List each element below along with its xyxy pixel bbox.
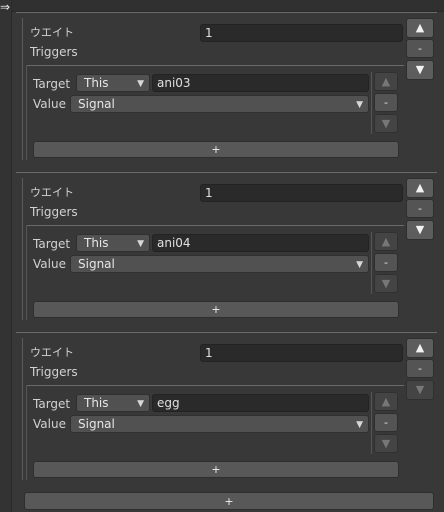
- value-dropdown[interactable]: Signal ▼: [70, 95, 369, 113]
- weight-label: ウエイト: [30, 26, 74, 39]
- target-dropdown[interactable]: This ▼: [76, 234, 150, 252]
- add-trigger-button[interactable]: +: [33, 301, 399, 318]
- triggers-label: Triggers: [30, 365, 78, 379]
- target-object-field[interactable]: ani04: [152, 234, 369, 252]
- triggers-top-line: [26, 385, 404, 386]
- target-label: Target: [33, 397, 71, 411]
- element-divider: [16, 12, 437, 13]
- value-dropdown[interactable]: Signal ▼: [70, 255, 369, 273]
- target-object-field[interactable]: egg: [152, 394, 369, 412]
- target-dropdown-value: This: [84, 236, 109, 250]
- target-label: Target: [33, 77, 71, 91]
- target-dropdown-value: This: [84, 76, 109, 90]
- trigger-controls-separator: [371, 392, 372, 454]
- weight-field[interactable]: 1: [200, 344, 403, 362]
- caret-down-icon: ▼: [137, 399, 144, 409]
- element-move-up-button[interactable]: ▲: [406, 338, 434, 358]
- top-edge: [0, 0, 444, 12]
- triggers-label: Triggers: [30, 45, 78, 59]
- triggers-left-line: [26, 65, 27, 160]
- triggers-label: Triggers: [30, 205, 78, 219]
- triggers-left-line: [26, 385, 27, 480]
- add-trigger-button[interactable]: +: [33, 461, 399, 478]
- add-trigger-button[interactable]: +: [33, 141, 399, 158]
- target-label: Target: [33, 237, 71, 251]
- pointer-arrow-icon: ⇒: [0, 0, 11, 14]
- value-dropdown-value: Signal: [78, 417, 115, 431]
- trigger-move-down-button[interactable]: ▼: [374, 114, 398, 133]
- caret-down-icon: ▼: [356, 420, 363, 430]
- caret-down-icon: ▼: [356, 260, 363, 270]
- target-object-field[interactable]: ani03: [152, 74, 369, 92]
- element-remove-button[interactable]: -: [406, 359, 434, 378]
- trigger-controls-separator: [371, 232, 372, 294]
- element-remove-button[interactable]: -: [406, 199, 434, 218]
- weight-field[interactable]: 1: [200, 24, 403, 42]
- weight-label: ウエイト: [30, 186, 74, 199]
- trigger-move-up-button[interactable]: ▲: [374, 392, 398, 411]
- element-move-down-button[interactable]: ▼: [406, 220, 434, 240]
- trigger-move-down-button[interactable]: ▼: [374, 274, 398, 293]
- element-remove-button[interactable]: -: [406, 39, 434, 58]
- triggers-top-line: [26, 225, 404, 226]
- value-label: Value: [33, 257, 66, 271]
- element-move-up-button[interactable]: ▲: [406, 18, 434, 38]
- element-divider: [16, 332, 437, 333]
- left-rail: [0, 0, 12, 512]
- triggers-left-line: [26, 225, 27, 320]
- element-move-down-button[interactable]: ▼: [406, 380, 434, 400]
- add-element-button[interactable]: +: [24, 492, 434, 510]
- value-dropdown-value: Signal: [78, 257, 115, 271]
- caret-down-icon: ▼: [137, 239, 144, 249]
- element-divider: [16, 172, 437, 173]
- weight-field[interactable]: 1: [200, 184, 403, 202]
- caret-down-icon: ▼: [137, 79, 144, 89]
- value-label: Value: [33, 97, 66, 111]
- target-dropdown-value: This: [84, 396, 109, 410]
- element-move-down-button[interactable]: ▼: [406, 60, 434, 80]
- trigger-move-up-button[interactable]: ▲: [374, 232, 398, 251]
- target-dropdown[interactable]: This ▼: [76, 74, 150, 92]
- value-dropdown[interactable]: Signal ▼: [70, 415, 369, 433]
- trigger-remove-button[interactable]: -: [374, 93, 398, 112]
- target-dropdown[interactable]: This ▼: [76, 394, 150, 412]
- element-move-up-button[interactable]: ▲: [406, 178, 434, 198]
- trigger-remove-button[interactable]: -: [374, 413, 398, 432]
- trigger-controls-separator: [371, 72, 372, 134]
- caret-down-icon: ▼: [356, 100, 363, 110]
- triggers-top-line: [26, 65, 404, 66]
- value-dropdown-value: Signal: [78, 97, 115, 111]
- trigger-remove-button[interactable]: -: [374, 253, 398, 272]
- value-label: Value: [33, 417, 66, 431]
- weight-label: ウエイト: [30, 346, 74, 359]
- trigger-move-up-button[interactable]: ▲: [374, 72, 398, 91]
- trigger-move-down-button[interactable]: ▼: [374, 434, 398, 453]
